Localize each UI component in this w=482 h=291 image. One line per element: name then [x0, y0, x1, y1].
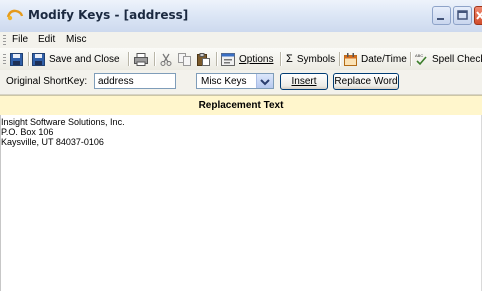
insert-label: Insert: [291, 76, 317, 87]
chevron-down-icon: [260, 79, 270, 86]
app-icon: [6, 9, 24, 21]
shortkey-row: Original ShortKey: Misc Keys Insert Repl…: [0, 70, 482, 95]
window-title: Modify Keys - [address]: [28, 8, 189, 22]
options-label: Options: [239, 53, 274, 65]
cut-icon: [160, 53, 172, 66]
date-time-label: Date/Time: [361, 53, 407, 65]
replace-word-button[interactable]: Replace Word: [333, 73, 399, 90]
symbols-label: Symbols: [296, 53, 336, 65]
window-left-edge: [0, 115, 1, 291]
insert-button[interactable]: Insert: [280, 73, 328, 90]
print-icon: [134, 52, 148, 66]
menu-bar: File Edit Misc: [0, 32, 482, 49]
save-icon: [10, 52, 23, 66]
editor-line-2: P.O. Box 106: [1, 127, 54, 137]
save-button[interactable]: [10, 51, 23, 67]
copy-button[interactable]: [178, 51, 191, 67]
menu-misc[interactable]: Misc: [66, 34, 87, 45]
replacement-text-editor[interactable]: Insight Software Solutions, Inc. P.O. Bo…: [0, 115, 482, 291]
original-shortkey-input[interactable]: [94, 73, 176, 89]
menu-grip: [3, 35, 6, 45]
menu-edit[interactable]: Edit: [38, 34, 55, 45]
misc-keys-value: Misc Keys: [201, 76, 247, 87]
sigma-icon: Σ: [286, 53, 293, 65]
minimize-button[interactable]: [432, 6, 451, 25]
editor-line-1: Insight Software Solutions, Inc.: [1, 117, 125, 127]
modify-keys-window: Modify Keys - [address] File Edit Misc S…: [0, 0, 482, 291]
original-shortkey-label: Original ShortKey:: [6, 76, 88, 87]
date-time-button[interactable]: Date/Time: [344, 51, 407, 67]
toolbar: Save and Close Options Σ Symbols Date/Ti…: [0, 48, 482, 71]
toolbar-grip: [3, 54, 6, 64]
save-and-close-button[interactable]: Save and Close: [32, 51, 120, 67]
spell-check-button[interactable]: ABC Spell Check: [415, 51, 482, 67]
print-button[interactable]: [134, 51, 148, 67]
minimize-icon: [437, 18, 444, 20]
options-icon: [221, 52, 235, 66]
replacement-text-header: Replacement Text: [0, 95, 482, 116]
close-button[interactable]: [474, 6, 482, 25]
cut-button[interactable]: [160, 51, 172, 67]
close-icon: [476, 11, 482, 20]
save-and-close-label: Save and Close: [49, 53, 120, 65]
maximize-icon: [457, 10, 468, 20]
symbols-button[interactable]: Σ Symbols: [286, 51, 335, 67]
replace-word-label: Replace Word: [334, 76, 398, 87]
svg-text:ABC: ABC: [415, 53, 423, 58]
paste-button[interactable]: [197, 51, 210, 67]
spell-check-label: Spell Check: [432, 53, 482, 65]
title-bar: Modify Keys - [address]: [0, 0, 482, 33]
dropdown-arrow[interactable]: [256, 74, 273, 88]
editor-line-3: Kaysville, UT 84037-0106: [1, 137, 104, 147]
copy-icon: [178, 52, 191, 66]
calendar-icon: [344, 52, 357, 66]
menu-file[interactable]: File: [12, 34, 28, 45]
paste-icon: [197, 52, 210, 66]
maximize-button[interactable]: [453, 6, 472, 25]
options-button[interactable]: Options: [221, 51, 273, 67]
spellcheck-icon: ABC: [415, 53, 427, 65]
save-close-icon: [32, 52, 45, 66]
misc-keys-dropdown[interactable]: Misc Keys: [196, 73, 274, 89]
